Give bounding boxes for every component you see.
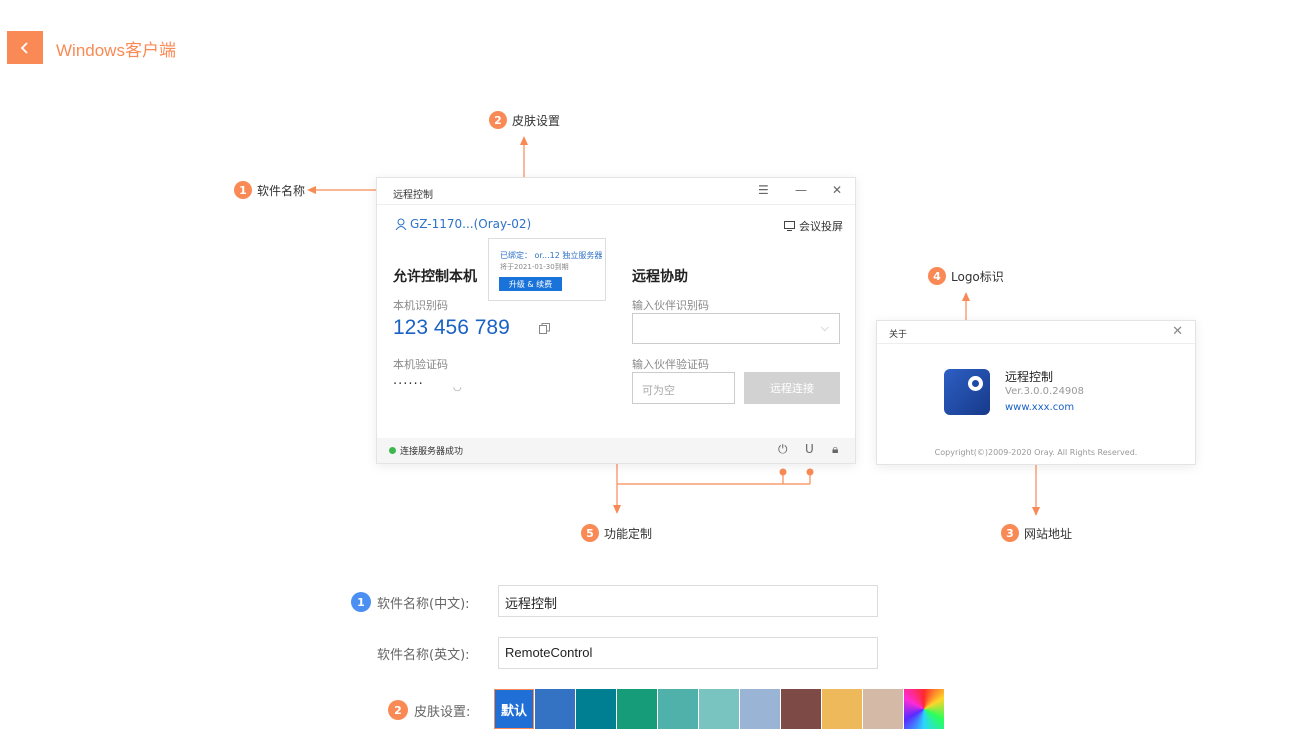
- status-text: 连接服务器成功: [400, 447, 464, 457]
- user-icon: [395, 218, 407, 230]
- annotation-number: 3: [1001, 524, 1019, 542]
- partner-code-label: 输入伙伴验证码: [632, 358, 709, 371]
- minimize-icon: —: [795, 183, 807, 197]
- annotation-number: 2: [489, 111, 507, 129]
- name-en-input[interactable]: RemoteControl: [498, 637, 878, 669]
- account-name: GZ-1170...(Oray-02): [410, 217, 532, 231]
- annotation-skin: 2 皮肤设置: [489, 111, 560, 129]
- partner-code-input: 可为空: [632, 372, 735, 404]
- window-title: 远程控制: [393, 190, 433, 201]
- close-icon: ✕: [832, 183, 843, 197]
- annotation-features: 5 功能定制: [581, 524, 652, 542]
- remote-assist-title: 远程协助: [632, 269, 688, 285]
- name-cn-label: 1 软件名称(中文):: [351, 592, 470, 612]
- eye-closed-icon: ◡: [453, 382, 462, 393]
- divider: [377, 204, 855, 205]
- annotation-number: 1: [234, 181, 252, 199]
- skin-swatch[interactable]: [822, 689, 862, 729]
- client-window-preview: 远程控制 ☰ — ✕ GZ-1170...(Oray-02) 会议投屏 已绑定：…: [376, 177, 856, 464]
- app-version: Ver.3.0.0.24908: [1005, 386, 1085, 397]
- name-en-label-text: 软件名称(英文):: [377, 648, 470, 663]
- id-label: 本机识别码: [393, 299, 448, 312]
- allow-control-title: 允许控制本机: [393, 269, 477, 285]
- annotation-label: 软件名称: [257, 183, 306, 198]
- remote-connect-button: 远程连接: [744, 372, 840, 404]
- divider: [877, 343, 1195, 344]
- skin-swatch[interactable]: [535, 689, 575, 729]
- copy-icon: [539, 323, 550, 334]
- skin-swatch[interactable]: [699, 689, 739, 729]
- copyright: Copyright(©)2009-2020 Oray. All Rights R…: [934, 448, 1138, 457]
- skin-swatch[interactable]: [863, 689, 903, 729]
- step-number: 1: [351, 592, 371, 612]
- skin-label-text: 皮肤设置:: [414, 704, 471, 720]
- annotation-number: 5: [581, 524, 599, 542]
- magnet-icon: U: [805, 442, 814, 456]
- expiry-info: 将于2021-01-30到期: [500, 263, 569, 271]
- account-label: GZ-1170...(Oray-02): [395, 217, 531, 231]
- name-cn-label-text: 软件名称(中文):: [377, 596, 470, 612]
- binding-info: 已绑定： or...12 独立服务器: [500, 251, 603, 260]
- verification-code: ······: [393, 377, 424, 392]
- annotation-logo: 4 Logo标识: [928, 267, 1004, 285]
- close-icon: ✕: [1172, 324, 1183, 339]
- skin-swatch-custom[interactable]: [904, 689, 944, 729]
- lock-icon: 🔒︎: [832, 442, 839, 456]
- app-name: 远程控制: [1005, 370, 1054, 384]
- annotation-software-name: 1 软件名称: [234, 181, 305, 199]
- partner-id-select: ⌵: [632, 313, 840, 344]
- about-dialog-preview: 关于 ✕ 远程控制 Ver.3.0.0.24908 www.xxx.com Co…: [876, 320, 1196, 465]
- power-icon: ⏻: [778, 442, 788, 456]
- about-title: 关于: [889, 330, 908, 340]
- code-label: 本机验证码: [393, 358, 448, 371]
- skin-swatch[interactable]: [658, 689, 698, 729]
- skin-swatch[interactable]: [740, 689, 780, 729]
- annotation-label: Logo标识: [951, 269, 1004, 284]
- meeting-projection: 会议投屏: [784, 218, 843, 234]
- chevron-down-icon: ⌵: [820, 321, 829, 334]
- upgrade-button: 升级 & 续费: [499, 277, 562, 291]
- annotation-label: 网站地址: [1024, 526, 1073, 541]
- skin-label: 2 皮肤设置:: [388, 700, 470, 720]
- meeting-label: 会议投屏: [799, 220, 843, 233]
- machine-id: 123 456 789: [393, 316, 510, 339]
- menu-icon: ☰: [758, 183, 769, 197]
- app-logo: [944, 369, 990, 415]
- skin-swatch-default[interactable]: 默认: [494, 689, 534, 729]
- skin-swatch[interactable]: [781, 689, 821, 729]
- monitor-icon: [784, 221, 795, 231]
- skin-swatch[interactable]: [576, 689, 616, 729]
- name-en-label: 软件名称(英文):: [377, 644, 470, 663]
- status-bar: 连接服务器成功 ⏻ U 🔒︎: [377, 438, 855, 463]
- annotation-label: 功能定制: [604, 526, 653, 541]
- skin-swatch[interactable]: [617, 689, 657, 729]
- step-number: 2: [388, 700, 408, 720]
- annotation-website: 3 网站地址: [1001, 524, 1072, 542]
- logo-mark-center: [972, 380, 979, 387]
- connection-status: 连接服务器成功: [389, 444, 463, 457]
- binding-popup: 已绑定： or...12 独立服务器 将于2021-01-30到期 升级 & 续…: [488, 238, 606, 301]
- annotation-number: 4: [928, 267, 946, 285]
- skin-swatches: 默认: [494, 689, 944, 729]
- name-cn-input[interactable]: 远程控制: [498, 585, 878, 617]
- app-website: www.xxx.com: [1005, 402, 1075, 413]
- annotation-label: 皮肤设置: [512, 113, 561, 128]
- partner-id-label: 输入伙伴识别码: [632, 299, 709, 312]
- status-dot: [389, 447, 396, 454]
